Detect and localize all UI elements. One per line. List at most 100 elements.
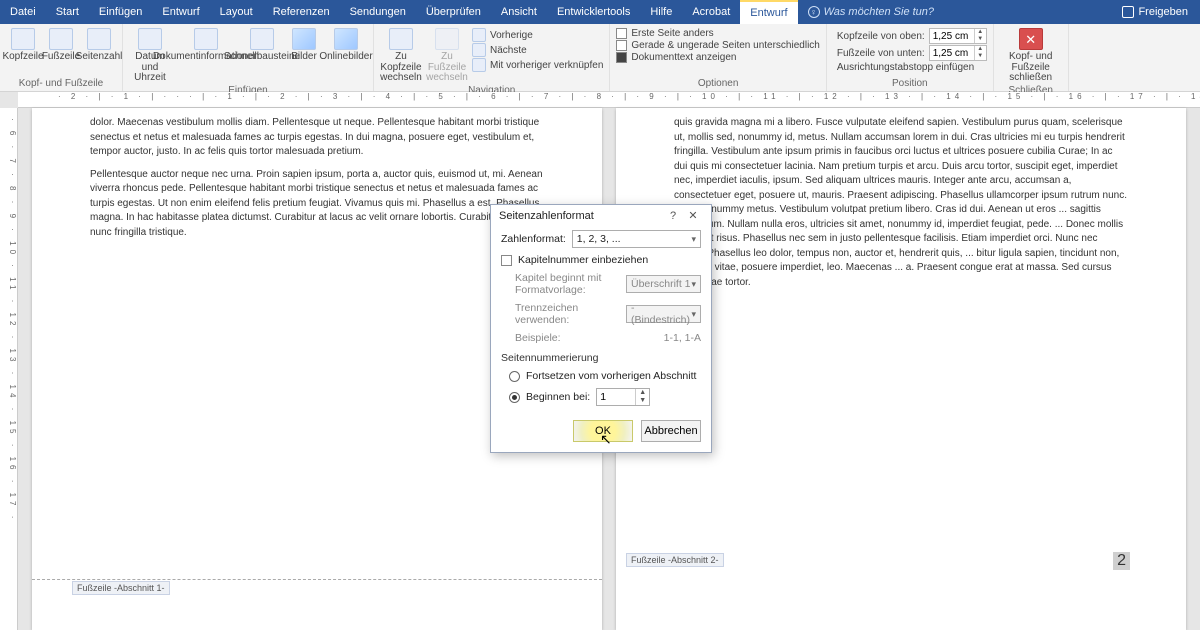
dialog-close-button[interactable]: ✕: [683, 209, 703, 222]
tab-references[interactable]: Referenzen: [263, 0, 340, 24]
dialog-titlebar[interactable]: Seitenzahlenformat ? ✕: [491, 205, 711, 226]
header-label: Kopfzeile: [2, 52, 43, 63]
pos-header-row: Kopfzeile von oben: ▲▼: [833, 28, 987, 44]
vertical-ruler[interactable]: · 6 · 7 · 8 · 9 · 10 · 11 · 12 · 13 · 14…: [0, 108, 18, 630]
horizontal-ruler[interactable]: · 2 · | · 1 · | · · · | · 1 · | · 2 · | …: [18, 92, 1200, 108]
examples-value: 1-1, 1-A: [664, 332, 701, 344]
tab-bar: Datei Start Einfügen Entwurf Layout Refe…: [0, 0, 1200, 24]
group-insert: Datum und Uhrzeit Dokumentinformationen …: [123, 24, 374, 91]
pos-top-label: Kopfzeile von oben:: [837, 31, 925, 42]
separator-select: - (Bindestrich): [626, 305, 701, 323]
continue-label: Fortsetzen vom vorherigen Abschnitt: [526, 370, 696, 382]
tab-context-design[interactable]: Entwurf: [740, 0, 797, 24]
page1-footer-zone[interactable]: [32, 579, 602, 580]
separator-value: - (Bindestrich): [631, 302, 696, 326]
tab-file[interactable]: Datei: [0, 0, 46, 24]
close-x-icon: [1019, 28, 1043, 50]
tab-mailings[interactable]: Sendungen: [340, 0, 416, 24]
page1-para2: Pellentesque auctor neque nec urna. Proi…: [90, 168, 544, 241]
tab-review[interactable]: Überprüfen: [416, 0, 491, 24]
share-button[interactable]: Freigeben: [1110, 0, 1200, 24]
goto-footer-button[interactable]: Zu Fußzeile wechseln: [426, 26, 468, 84]
footer-label: Fußzeile: [42, 52, 80, 63]
group-header-footer: Kopfzeile Fußzeile Seitenzahl Kopf- und …: [0, 24, 123, 91]
tell-me-text: Was möchten Sie tun?: [824, 6, 934, 18]
spin-up-icon[interactable]: ▲: [974, 29, 986, 36]
include-chapter-checkbox[interactable]: [501, 255, 512, 266]
tab-start[interactable]: Start: [46, 0, 89, 24]
dialog-title: Seitenzahlenformat: [499, 210, 594, 222]
page-numbering-label: Seitennummerierung: [501, 352, 701, 364]
continue-radio[interactable]: [509, 371, 520, 382]
spin-down-icon[interactable]: ▼: [974, 36, 986, 43]
separator-label: Trennzeichen verwenden:: [515, 302, 620, 326]
spin-up-icon[interactable]: ▲: [974, 46, 986, 53]
share-label: Freigeben: [1138, 6, 1188, 18]
link-icon: [472, 58, 486, 72]
ribbon: Kopfzeile Fußzeile Seitenzahl Kopf- und …: [0, 24, 1200, 92]
link-previous-button[interactable]: Mit vorheriger verknüpfen: [472, 58, 603, 72]
goto-header-label: Zu Kopfzeile wechseln: [380, 52, 422, 84]
examples-label: Beispiele:: [515, 332, 658, 344]
opt-first-page[interactable]: Erste Seite anders: [616, 28, 819, 39]
pagenumber-label: Seitenzahl: [76, 52, 123, 63]
footer-button[interactable]: Fußzeile: [44, 26, 78, 63]
onlinepictures-label: Onlinebilder: [319, 52, 372, 63]
header-top-input[interactable]: [930, 31, 974, 42]
page2-footer-tab: Fußzeile -Abschnitt 2-: [626, 553, 724, 567]
page2-page-number[interactable]: 2: [1113, 552, 1130, 570]
header-from-top-spinner[interactable]: ▲▼: [929, 28, 987, 44]
cancel-button[interactable]: Abbrechen: [641, 420, 701, 442]
insert-align-tab-button[interactable]: Ausrichtungstabstopp einfügen: [833, 62, 987, 73]
up-arrow-icon: [472, 28, 486, 42]
ok-label: OK: [595, 425, 611, 437]
ok-button[interactable]: OK ↖: [573, 420, 633, 442]
footer-from-bottom-spinner[interactable]: ▲▼: [929, 45, 987, 61]
chapter-style-label: Kapitel beginnt mit Formatvorlage:: [515, 272, 620, 296]
nav-next-button[interactable]: Nächste: [472, 43, 603, 57]
group-close: Kopf- und Fußzeile schließen Schließen: [994, 24, 1069, 91]
opt-odd-even[interactable]: Gerade & ungerade Seiten unterschiedlich: [616, 40, 819, 51]
pictures-button[interactable]: Bilder: [287, 26, 321, 63]
tab-design[interactable]: Entwurf: [152, 0, 209, 24]
spin-down-icon[interactable]: ▼: [974, 53, 986, 60]
tab-devtools[interactable]: Entwicklertools: [547, 0, 640, 24]
footer-bottom-input[interactable]: [930, 48, 974, 59]
tab-help[interactable]: Hilfe: [640, 0, 682, 24]
page1-para1: dolor. Maecenas vestibulum mollis diam. …: [90, 116, 544, 160]
opt-oddeven-label: Gerade & ungerade Seiten unterschiedlich: [631, 40, 819, 51]
number-format-label: Zahlenformat:: [501, 233, 566, 245]
header-button[interactable]: Kopfzeile: [6, 26, 40, 63]
nav-previous-button[interactable]: Vorherige: [472, 28, 603, 42]
nav-link-label: Mit vorheriger verknüpfen: [490, 60, 603, 71]
opt-doctext-label: Dokumenttext anzeigen: [631, 52, 736, 63]
tab-insert[interactable]: Einfügen: [89, 0, 152, 24]
page2-para1: quis gravida magna mi a libero. Fusce vu…: [674, 116, 1128, 290]
group-options: Erste Seite anders Gerade & ungerade Sei…: [610, 24, 826, 91]
share-icon: [1122, 6, 1134, 18]
tab-view[interactable]: Ansicht: [491, 0, 547, 24]
number-format-select[interactable]: 1, 2, 3, ...: [572, 230, 701, 248]
goto-header-button[interactable]: Zu Kopfzeile wechseln: [380, 26, 422, 84]
tell-me-search[interactable]: ♀ Was möchten Sie tun?: [798, 0, 944, 24]
pos-align-label: Ausrichtungstabstopp einfügen: [837, 62, 974, 73]
tab-acrobat[interactable]: Acrobat: [682, 0, 740, 24]
spin-down-icon[interactable]: ▼: [635, 397, 649, 405]
close-header-footer-button[interactable]: Kopf- und Fußzeile schließen: [1000, 26, 1062, 84]
start-at-spinner[interactable]: ▲▼: [596, 388, 650, 406]
chapter-style-value: Überschrift 1: [631, 278, 691, 290]
opt-first-label: Erste Seite anders: [631, 28, 713, 39]
dialog-help-button[interactable]: ?: [663, 210, 683, 222]
start-at-input[interactable]: [597, 389, 635, 405]
opt-show-doctext[interactable]: Dokumenttext anzeigen: [616, 52, 819, 63]
tab-layout[interactable]: Layout: [210, 0, 263, 24]
chapter-style-select: Überschrift 1: [626, 275, 701, 293]
checkbox-icon: [616, 40, 627, 51]
onlinepictures-button[interactable]: Onlinebilder: [325, 26, 367, 63]
down-arrow-icon: [472, 43, 486, 57]
pagenumber-button[interactable]: Seitenzahl: [82, 26, 116, 63]
nav-next-label: Nächste: [490, 45, 527, 56]
start-at-radio[interactable]: [509, 392, 520, 403]
spin-up-icon[interactable]: ▲: [635, 389, 649, 397]
quickparts-button[interactable]: Schnellbausteine: [241, 26, 283, 63]
